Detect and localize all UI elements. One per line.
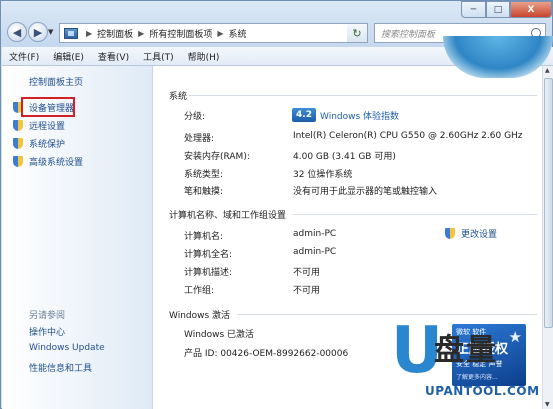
shield-icon [13,120,23,131]
activation-section-title: Windows 激活 [169,311,231,321]
processor-label: 处理器: [184,134,215,144]
star-icon: ★ [508,328,522,346]
scroll-down-icon[interactable]: ▼ [545,401,550,408]
highlight-box [21,97,75,117]
full-name-value: admin-PC [293,247,337,257]
workgroup-label: 工作组: [184,286,215,296]
menu-help[interactable]: 帮助(H) [181,50,227,63]
menu-view[interactable]: 查看(V) [91,50,136,63]
change-settings-label[interactable]: 更改设置 [461,227,497,240]
menu-file[interactable]: 文件(F) [2,50,46,63]
watermark-url: UPANTOOL.COM [425,384,540,398]
shield-icon [445,228,455,239]
vertical-scrollbar[interactable]: ▲ ▼ [542,66,553,409]
wei-link-text[interactable]: Windows 体验指数 [320,109,399,122]
search-placeholder: 搜索控制面板 [381,29,436,40]
windows-update-link[interactable]: Windows Update [29,343,105,353]
performance-tools-link[interactable]: 性能信息和工具 [29,361,92,374]
ram-value: 4.00 GB (3.41 GB 可用) [293,152,396,162]
activation-status: Windows 已激活 [184,330,255,340]
rating-label: 分级: [184,112,206,122]
ram-label: 安装内存(RAM): [184,152,250,162]
forward-button[interactable]: ▶ [28,22,48,42]
remote-settings-link[interactable]: 远程设置 [13,119,65,132]
divider [293,214,537,215]
close-button[interactable]: X [510,1,552,18]
back-arrow-icon: ◀ [12,25,22,39]
task-label[interactable]: 系统保护 [29,137,65,150]
computer-name-value: admin-PC [293,229,337,239]
computer-section-title: 计算机名称、域和工作组设置 [169,211,287,221]
full-name-label: 计算机全名: [184,250,233,260]
address-bar[interactable]: ▶ 控制面板 ▶ 所有控制面板项 ▶ 系统 ▼ [59,23,368,43]
computer-name-label: 计算机名: [184,232,224,242]
minimize-button[interactable]: ─ [461,1,486,18]
scroll-thumb[interactable] [544,78,553,328]
see-also-heading: 另请参阅 [29,311,66,321]
workgroup-value: 不可用 [293,286,321,296]
processor-value: Intel(R) Celeron(R) CPU G550 @ 2.60GHz 2… [293,131,523,141]
breadcrumb-separator[interactable]: ▶ [138,29,144,38]
description-label: 计算机描述: [184,268,233,278]
breadcrumb-system[interactable]: 系统 [229,27,247,40]
divider [237,314,537,315]
advanced-system-settings-link[interactable]: 高级系统设置 [13,155,83,168]
experience-index-link[interactable]: 4.2 Windows 体验指数 [292,108,399,122]
breadcrumb-control-panel[interactable]: 控制面板 [97,27,133,40]
control-panel-home-link[interactable]: 控制面板主页 [29,75,83,88]
description-value: 不可用 [293,268,321,278]
watermark-text: 盘量 [434,333,498,368]
window-controls: ─ □ X [461,1,552,18]
shield-icon [13,138,23,149]
system-protection-link[interactable]: 系统保护 [13,137,65,150]
system-section-title: 系统 [169,92,188,102]
task-label[interactable]: 远程设置 [29,119,65,132]
breadcrumb-separator[interactable]: ▶ [217,29,223,38]
task-pane: 控制面板主页 设备管理器 远程设置 系统保护 高级系统设置 另请参阅 操作中心 … [2,66,153,409]
shield-icon [13,156,23,167]
task-label[interactable]: 高级系统设置 [29,155,83,168]
divider [189,95,537,96]
change-settings-link[interactable]: 更改设置 [445,227,497,240]
pen-touch-label: 笔和触摸: [184,187,224,197]
refresh-button[interactable]: ↻ [347,23,368,43]
product-id: 产品 ID: 00426-OEM-8992662-00006 [184,349,349,359]
badge-learn-more[interactable]: 了解更多内容... [456,372,498,381]
pen-touch-value: 没有可用于此显示器的笔或触控输入 [293,187,438,197]
scroll-up-icon[interactable]: ▲ [545,67,550,74]
refresh-icon: ↻ [352,26,362,40]
breadcrumb-all-items[interactable]: 所有控制面板项 [149,27,212,40]
system-type-label: 系统类型: [184,170,224,180]
menu-tools[interactable]: 工具(T) [136,50,181,63]
back-button[interactable]: ◀ [7,22,27,42]
maximize-button[interactable]: □ [486,1,510,18]
action-center-link[interactable]: 操作中心 [29,325,65,338]
breadcrumb-separator[interactable]: ▶ [86,29,92,38]
wei-score-badge: 4.2 [292,108,316,122]
forward-arrow-icon: ▶ [33,25,43,39]
windows-logo-orb [443,36,553,78]
menu-edit[interactable]: 编辑(E) [46,50,91,63]
recent-pages-dropdown[interactable]: ▼ [48,28,53,36]
system-type-value: 32 位操作系统 [293,170,353,180]
control-panel-window: ─ □ X ◀ ▶ ▼ ▶ 控制面板 ▶ 所有控制面板项 ▶ 系统 ▼ ↻ 搜索… [0,0,553,409]
control-panel-icon [64,27,78,39]
